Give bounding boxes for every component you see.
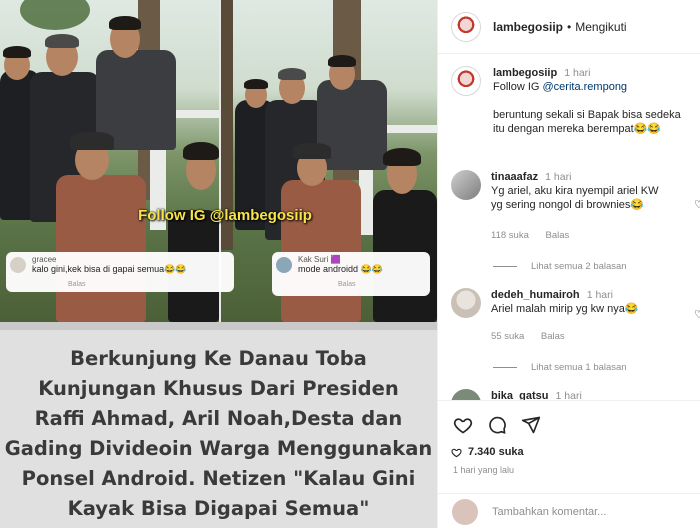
overlay-comment-right: Kak Suri 🟪 mode androidd 😂😂 Balas: [272, 252, 430, 296]
comment-text: Ariel malah mirip yg kw nya😂: [491, 303, 639, 315]
comment-username[interactable]: dedeh_humairoh: [491, 289, 580, 301]
comment-item: dedeh_humairoh 1 hari Ariel malah mirip …: [451, 288, 700, 383]
comment-like-icon[interactable]: ♡: [694, 198, 700, 211]
comment-icon[interactable]: [487, 415, 507, 435]
following-button[interactable]: Mengikuti: [575, 20, 626, 34]
comment-time: 1 hari: [586, 289, 613, 301]
overlay-comment-left: gracee kalo gini,kek bisa di gapai semua…: [6, 252, 234, 292]
header-username[interactable]: lambegosiip: [493, 20, 563, 34]
comment-username[interactable]: tinaaafaz: [491, 171, 538, 183]
comment-avatar[interactable]: [451, 389, 481, 400]
comment-item: bika_gatsu 1 hari: [451, 389, 700, 400]
view-replies[interactable]: Lihat semua 1 balasan: [493, 362, 627, 373]
comment-like-icon[interactable]: ♡: [694, 308, 700, 321]
comment-likes[interactable]: 118 suka: [491, 230, 529, 241]
post-media[interactable]: Follow IG @lambegosiip gracee kalo gini,…: [0, 0, 437, 528]
caption-card-text: Berkunjung Ke Danau Toba Kunjungan Khusu…: [4, 347, 433, 520]
post-actions: 7.340 suka 1 hari yang lalu Tambahkan ko…: [438, 400, 700, 528]
brand-logo: [455, 70, 477, 92]
view-replies-label: Lihat semua 1 balasan: [531, 362, 627, 373]
reply-button[interactable]: Balas: [541, 331, 565, 342]
post-header: lambegosiip • Mengikuti: [438, 0, 700, 54]
caption-card: Berkunjung Ke Danau Toba Kunjungan Khusu…: [0, 322, 437, 528]
post-side-panel: lambegosiip • Mengikuti lambegosiip 1 ha…: [437, 0, 700, 528]
share-icon[interactable]: [521, 415, 541, 435]
comment-likes[interactable]: 55 suka: [491, 331, 524, 342]
caption-time: 1 hari: [564, 67, 591, 79]
view-replies-label: Lihat semua 2 balasan: [531, 261, 627, 272]
replies-divider: [493, 266, 517, 267]
comment-text: yg sering nongol di brownies😂: [491, 199, 645, 211]
post-date: 1 hari yang lalu: [453, 465, 515, 475]
profile-avatar[interactable]: [451, 11, 481, 42]
watermark-text: Follow IG @lambegosiip: [138, 207, 312, 224]
view-replies[interactable]: Lihat semua 2 balasan: [493, 261, 627, 272]
post-caption: lambegosiip 1 hari Follow IG @cerita.rem…: [438, 54, 700, 136]
heart-icon[interactable]: [453, 415, 473, 435]
comment-avatar[interactable]: [451, 288, 481, 318]
replies-divider: [493, 367, 517, 368]
separator-dot: •: [567, 19, 572, 34]
heart-icon: [451, 448, 462, 457]
comment-username[interactable]: bika_gatsu: [491, 390, 548, 400]
caption-username[interactable]: lambegosiip: [493, 67, 557, 79]
caption-avatar[interactable]: [451, 66, 481, 96]
comment-text: Yg ariel, aku kira nyempil ariel KW: [491, 185, 659, 197]
comment-avatar[interactable]: [451, 170, 481, 200]
comment-input[interactable]: Tambahkan komentar...: [492, 506, 606, 518]
comment-time: 1 hari: [545, 171, 572, 183]
comment-item: tinaaafaz 1 hari Yg ariel, aku kira nyem…: [451, 170, 700, 280]
add-comment-bar: Tambahkan komentar...: [438, 493, 700, 529]
mention-link[interactable]: @cerita.rempong: [543, 81, 628, 93]
caption-line3: itu dengan mereka berempat😂😂: [493, 123, 662, 135]
likes-label: 7.340 suka: [468, 446, 524, 458]
comment-time: 1 hari: [555, 390, 582, 400]
reply-button[interactable]: Balas: [546, 230, 570, 241]
caption-line1: Follow IG: [493, 81, 543, 93]
caption-line2: beruntung sekali si Bapak bisa sedeka: [493, 109, 681, 121]
current-user-avatar: [452, 498, 478, 525]
brand-logo: [455, 15, 477, 38]
likes-count[interactable]: 7.340 suka: [451, 446, 524, 458]
